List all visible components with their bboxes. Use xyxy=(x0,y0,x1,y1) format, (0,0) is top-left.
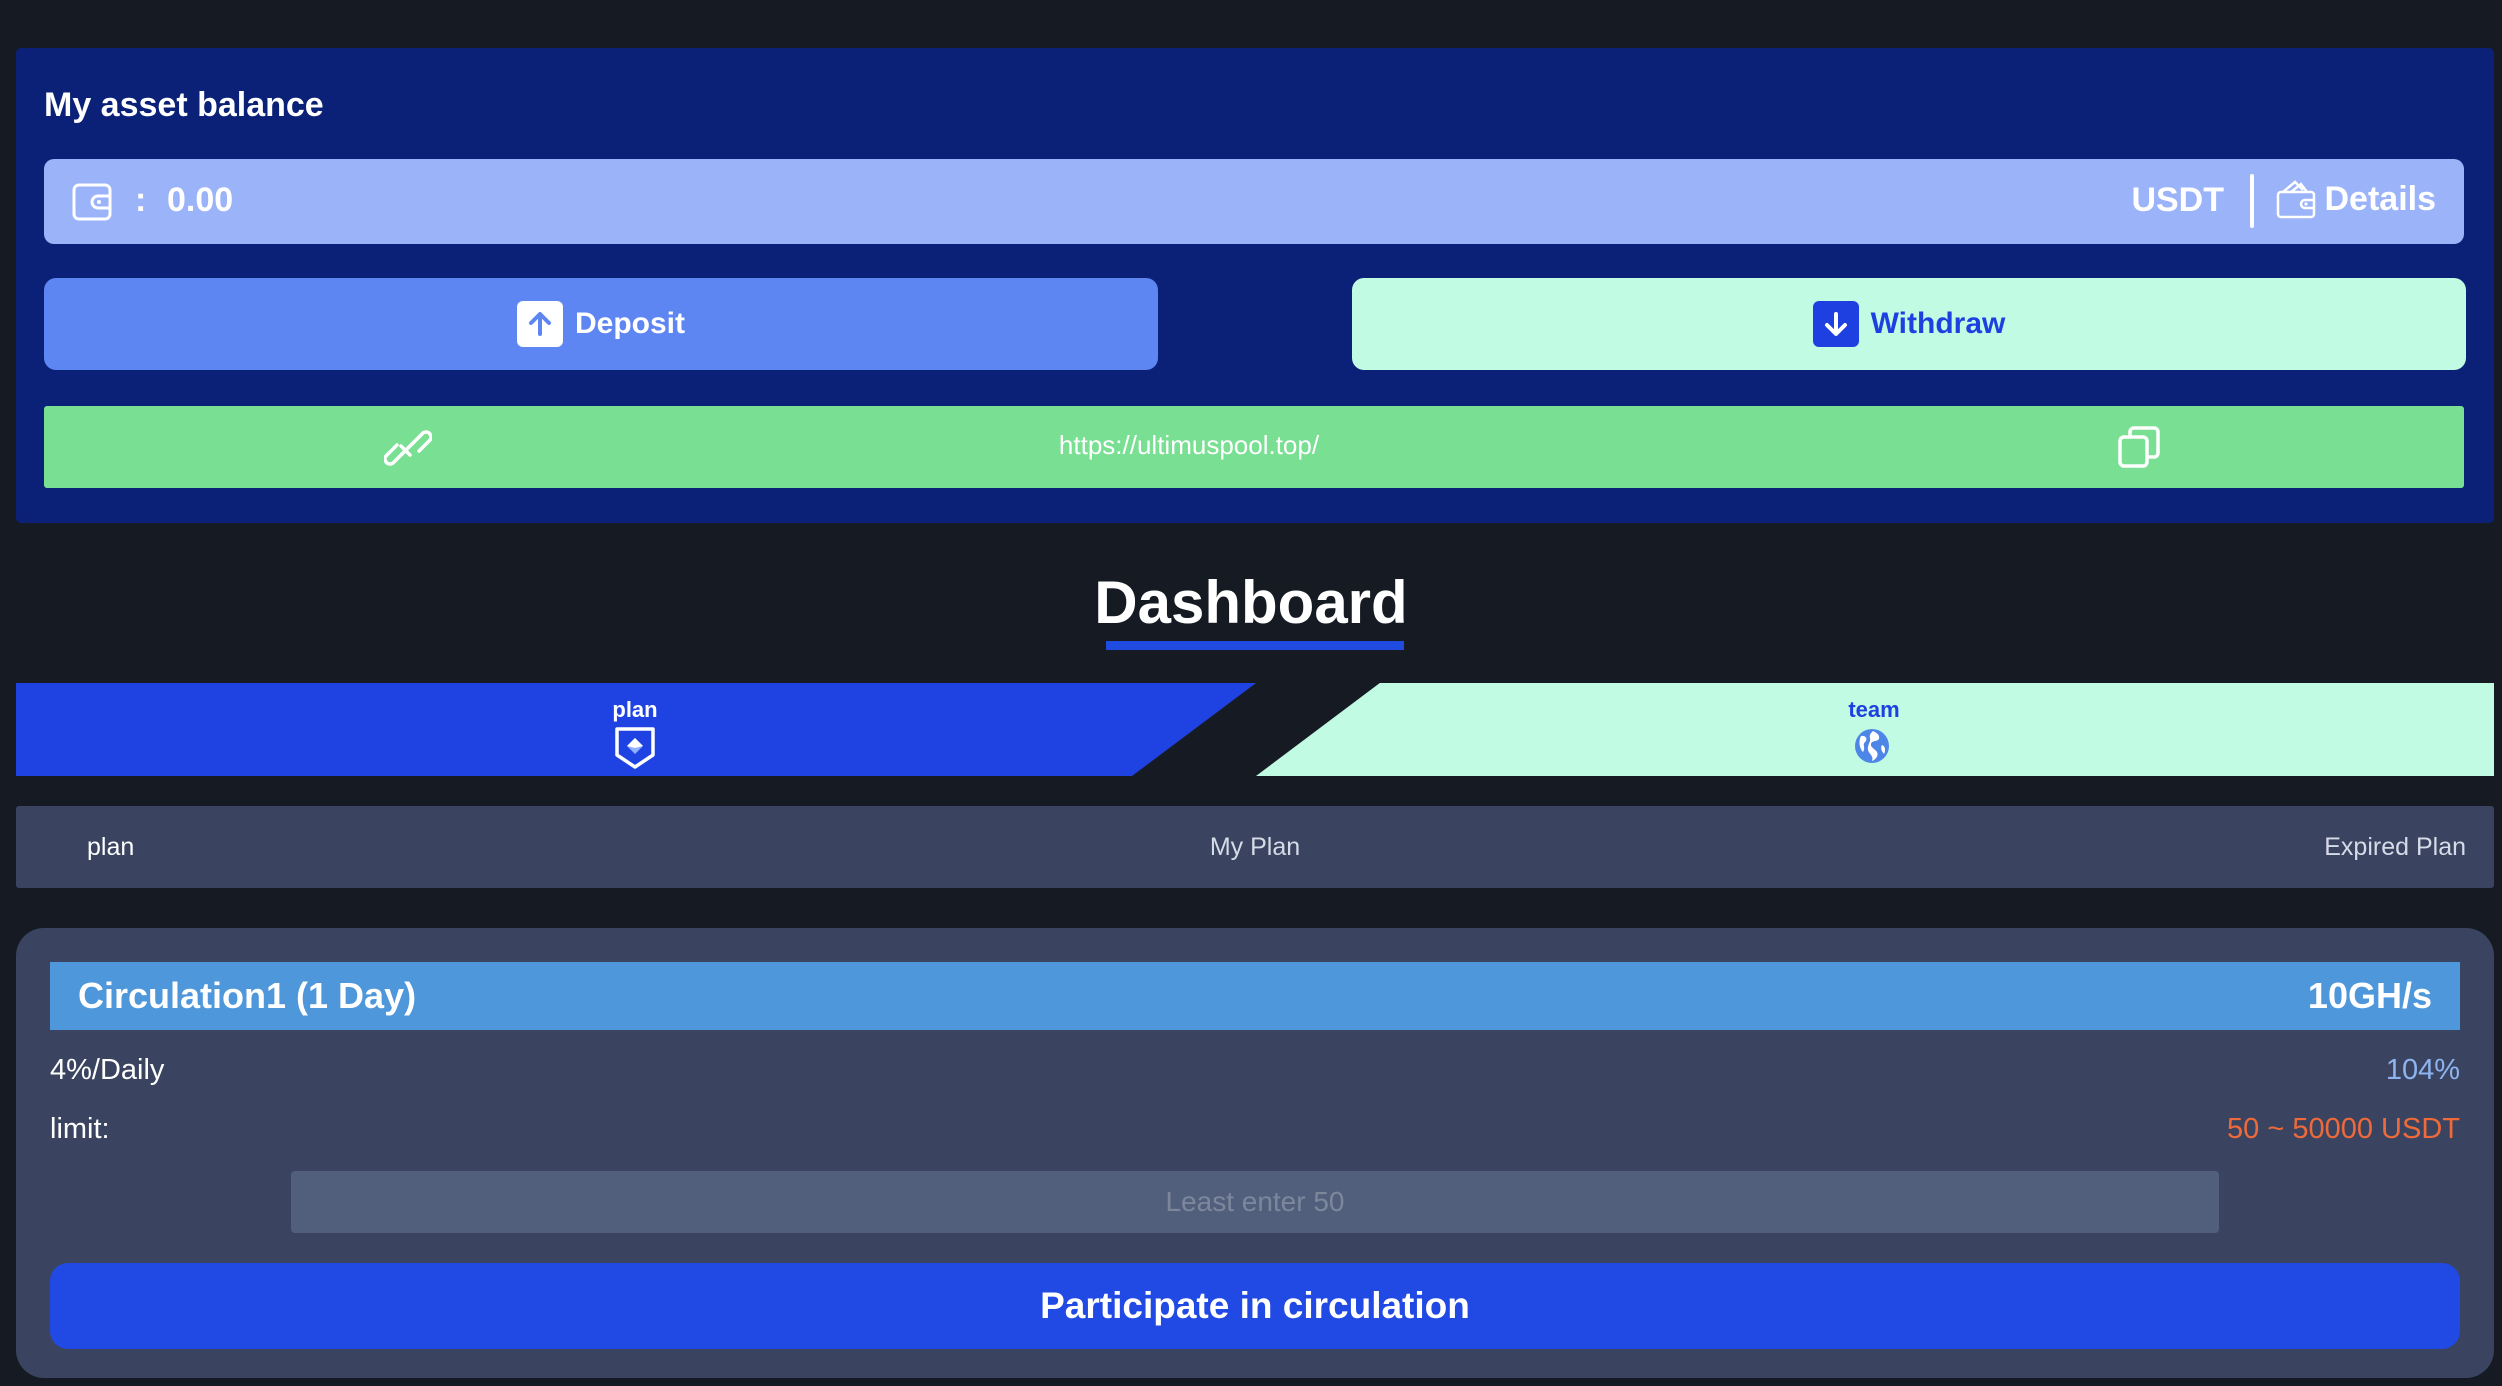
tab-team[interactable]: team xyxy=(1256,683,2494,776)
balance-colon: : xyxy=(135,181,147,219)
plan-header: Circulation1 (1 Day) 10GH/s xyxy=(50,962,2460,1030)
plan-total-return: 104% xyxy=(2385,1054,2460,1086)
globe-icon xyxy=(1855,729,1889,763)
amount-input[interactable] xyxy=(291,1171,2219,1233)
withdraw-button[interactable]: Withdraw xyxy=(1352,278,2466,370)
plan-card: Circulation1 (1 Day) 10GH/s 4%/Daily 104… xyxy=(16,928,2494,1378)
subnav-item-my-plan[interactable]: My Plan xyxy=(16,833,2494,862)
plan-speed: 10GH/s xyxy=(2307,975,2432,1016)
participate-button[interactable]: Participate in circulation xyxy=(50,1263,2460,1349)
copy-icon[interactable] xyxy=(2116,424,2162,470)
plan-limit-value: 50 ~ 50000 USDT xyxy=(2227,1113,2460,1145)
arrow-down-icon xyxy=(1812,301,1859,347)
plan-daily-rate: 4%/Daily xyxy=(50,1054,165,1086)
balance-divider xyxy=(2250,174,2254,228)
dashboard-title: Dashboard xyxy=(1094,569,1408,636)
asset-balance-card: My asset balance : 0.00 USDT Details Dep… xyxy=(16,48,2494,523)
deposit-button[interactable]: Deposit xyxy=(44,278,1158,370)
wallet-icon xyxy=(72,183,112,221)
withdraw-label: Withdraw xyxy=(1870,307,2006,340)
subnav-item-expired-plan[interactable]: Expired Plan xyxy=(2324,833,2466,862)
tab-plan-label: plan xyxy=(612,697,658,722)
details-label: Details xyxy=(2324,179,2437,218)
plan-name: Circulation1 (1 Day) xyxy=(78,975,417,1016)
wallet-details-icon xyxy=(2276,180,2315,219)
tab-team-label: team xyxy=(1848,697,1900,722)
balance-bar: : 0.00 USDT Details xyxy=(44,159,2464,244)
details-link[interactable]: Details xyxy=(2275,178,2437,220)
balance-unit: USDT xyxy=(2131,181,2224,219)
arrow-up-icon xyxy=(516,301,563,347)
deposit-label: Deposit xyxy=(574,307,685,340)
plan-subnav: plan My Plan Expired Plan xyxy=(16,806,2494,888)
invite-url[interactable]: https://ultimuspool.top/ xyxy=(44,430,2464,461)
shield-icon xyxy=(615,727,655,769)
plan-limit-label: limit: xyxy=(50,1113,110,1145)
tab-plan[interactable]: plan xyxy=(16,683,1256,776)
balance-value: 0.00 xyxy=(167,181,234,219)
invite-link-bar: https://ultimuspool.top/ xyxy=(44,406,2464,488)
dashboard-underline xyxy=(1106,641,1404,650)
asset-balance-title: My asset balance xyxy=(44,86,324,124)
